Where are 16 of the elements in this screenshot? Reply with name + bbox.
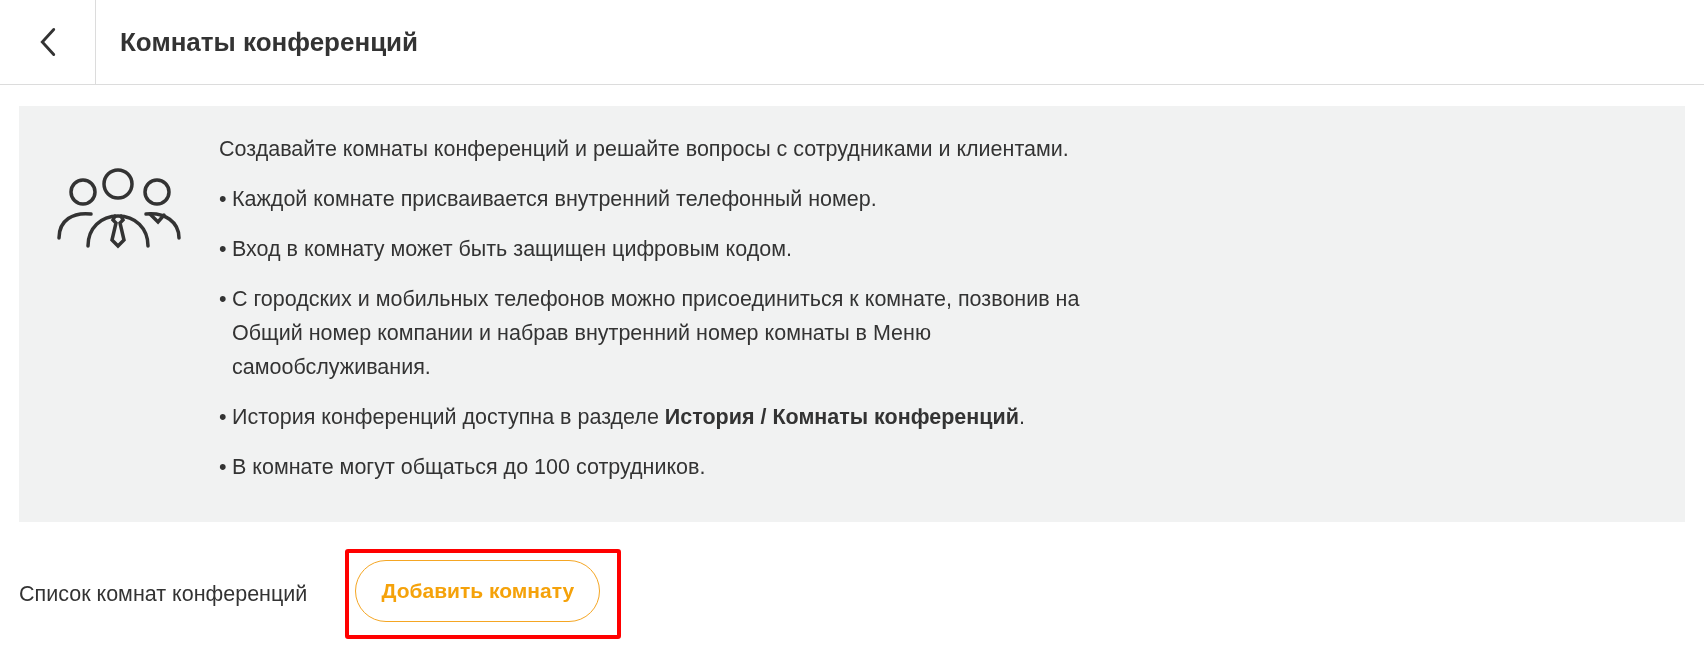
people-icon: [57, 168, 181, 250]
chevron-left-icon: [39, 27, 56, 57]
rooms-list-label: Список комнат конференций: [19, 581, 308, 607]
info-text: Вход в комнату может быть защищен цифровым кодом.: [232, 236, 792, 263]
bullet-mark: •: [219, 186, 228, 213]
page-title: Комнаты конференций: [120, 26, 419, 58]
info-text: С городских и мобильных телефонов можно присоединиться к комнате, позвонив на Общий номер компании и набрав внутренний номер комнаты в Меню самообслуживания.: [232, 286, 1081, 381]
bullet-mark: •: [219, 454, 228, 481]
bullet-mark: •: [219, 404, 228, 431]
info-text: История конференций доступна в разделе История / Комнаты конференций.: [232, 404, 1025, 431]
info-text: Создавайте комнаты конференций и решайте вопросы с сотрудниками и клиентами.: [219, 136, 1069, 163]
bullet-mark: •: [219, 286, 228, 313]
bullet-mark: •: [219, 236, 228, 263]
info-text: Каждой комнате присваивается внутренний телефонный номер.: [232, 186, 877, 213]
add-room-button[interactable]: Добавить комнату: [355, 560, 601, 622]
info-text: В комнате могут общаться до 100 сотрудников.: [232, 454, 706, 481]
